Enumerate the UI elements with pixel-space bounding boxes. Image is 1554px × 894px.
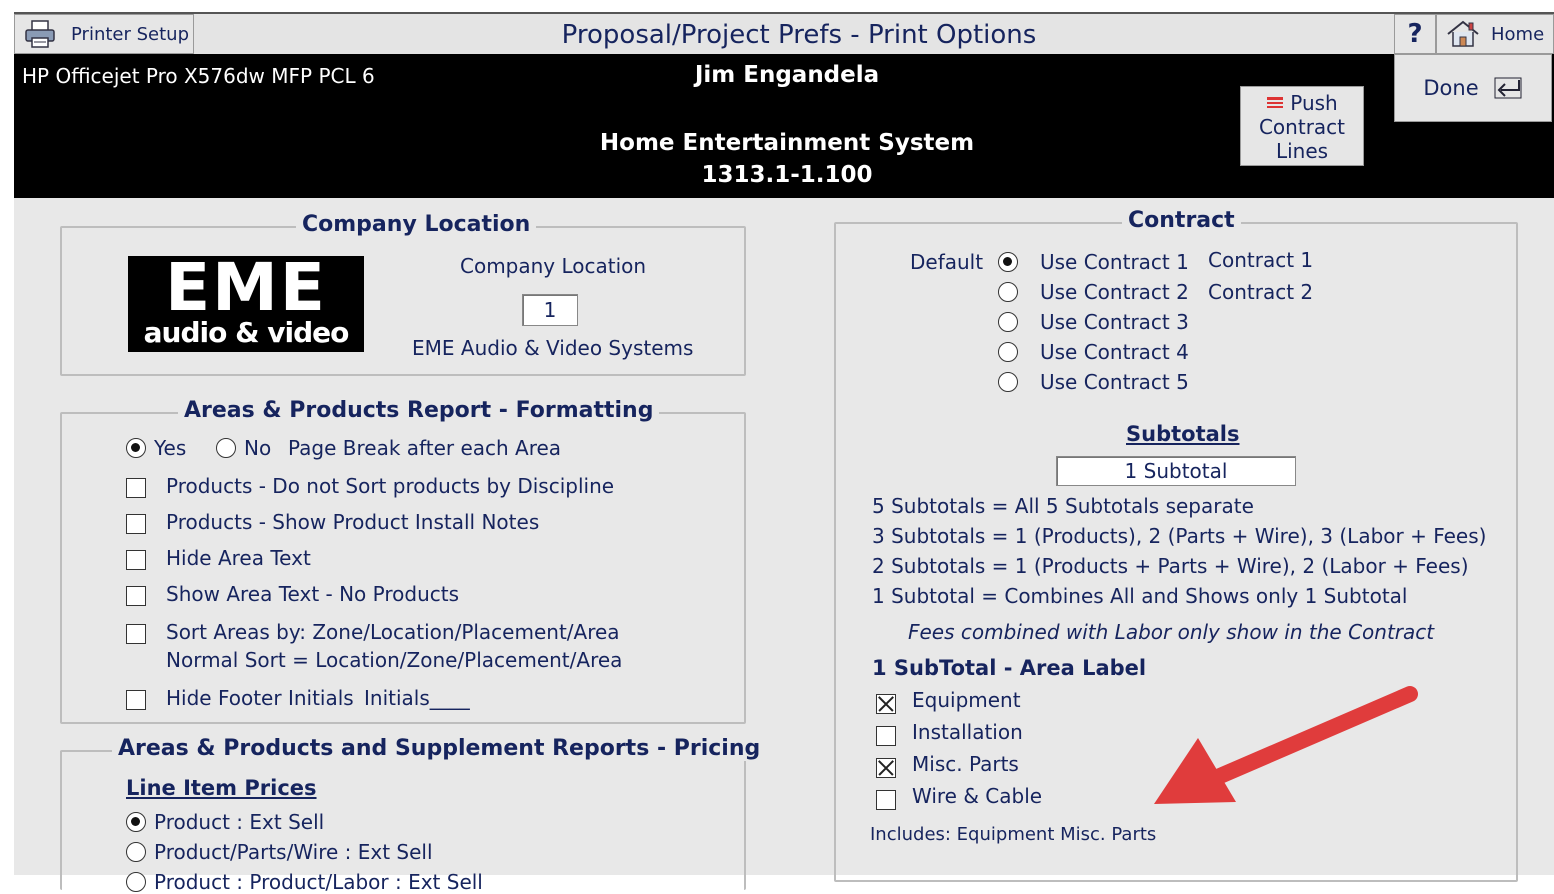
company-logo: EME audio & video (128, 252, 364, 352)
use-contract-5-radio[interactable] (998, 372, 1018, 392)
use-contract-5-label: Use Contract 5 (1040, 370, 1189, 394)
help-icon: ? (1407, 19, 1423, 49)
printer-setup-button[interactable]: Printer Setup (14, 14, 194, 54)
equipment-checkbox[interactable] (876, 694, 896, 714)
subtotal-note-3: 3 Subtotals = 1 (Products), 2 (Parts + W… (872, 524, 1487, 548)
logo-text-top: EME (165, 249, 327, 326)
line-item-prices-heading: Line Item Prices (126, 776, 317, 800)
header-panel: HP Officejet Pro X576dw MFP PCL 6 Jim En… (14, 54, 1394, 198)
done-button[interactable]: Done (1394, 54, 1552, 122)
fees-note: Fees combined with Labor only show in th… (908, 620, 1435, 644)
equipment-label: Equipment (912, 688, 1021, 712)
home-label: Home (1491, 23, 1545, 45)
area-text-no-products-checkbox[interactable] (126, 586, 146, 606)
yes-label: Yes (154, 436, 187, 460)
home-button[interactable]: Home (1436, 14, 1554, 54)
hide-area-text-checkbox[interactable] (126, 550, 146, 570)
sort-by-discipline-label: Products - Do not Sort products by Disci… (166, 474, 615, 498)
use-contract-4-radio[interactable] (998, 342, 1018, 362)
home-icon (1447, 20, 1479, 47)
normal-sort-note: Normal Sort = Location/Zone/Placement/Ar… (166, 648, 623, 672)
sort-by-discipline-checkbox[interactable] (126, 478, 146, 498)
use-contract-2-radio[interactable] (998, 282, 1018, 302)
subtotal-note-1: 1 Subtotal = Combines All and Shows only… (872, 584, 1408, 608)
document-arrow-icon (1267, 97, 1284, 108)
done-label: Done (1423, 76, 1479, 100)
subtotal-note-5: 5 Subtotals = All 5 Subtotals separate (872, 494, 1254, 518)
contract-2-name: Contract 2 (1208, 280, 1314, 304)
no-label: No (244, 436, 272, 460)
header-right-panel: Done (1394, 54, 1554, 198)
area-label-heading: 1 SubTotal - Area Label (872, 656, 1147, 680)
company-location-label: Company Location (460, 254, 647, 278)
initials-label: Initials____ (364, 686, 470, 710)
logo-text-bottom: audio & video (143, 316, 350, 349)
company-location-input[interactable]: 1 (522, 294, 578, 326)
price-product-labor-radio[interactable] (126, 872, 146, 892)
company-location-legend: Company Location (296, 212, 537, 237)
area-text-no-products-label: Show Area Text - No Products (166, 582, 459, 606)
hide-footer-initials-checkbox[interactable] (126, 690, 146, 710)
formatting-legend: Areas & Products Report - Formatting (178, 398, 660, 423)
help-button[interactable]: ? (1394, 14, 1436, 54)
use-contract-3-label: Use Contract 3 (1040, 310, 1189, 334)
misc-parts-checkbox[interactable] (876, 758, 896, 778)
return-arrow-icon (1494, 77, 1522, 99)
price-product-radio[interactable] (126, 812, 146, 832)
install-notes-label: Products - Show Product Install Notes (166, 510, 540, 534)
contract-legend: Contract (1122, 208, 1241, 233)
use-contract-1-label: Use Contract 1 (1040, 250, 1189, 274)
push-label-line1: Push (1290, 91, 1338, 115)
install-notes-checkbox[interactable] (126, 514, 146, 534)
company-name: EME Audio & Video Systems (412, 336, 694, 360)
pricing-legend: Areas & Products and Supplement Reports … (112, 736, 767, 761)
installation-label: Installation (912, 720, 1023, 744)
price-product-parts-wire-radio[interactable] (126, 842, 146, 862)
company-location-group: Company Location EME audio & video Compa… (60, 212, 746, 376)
title-toolbar: Printer Setup Proposal/Project Prefs - P… (14, 12, 1554, 57)
subtotal-select[interactable]: 1 Subtotal (1056, 456, 1296, 486)
window-title: Proposal/Project Prefs - Print Options (561, 20, 1037, 50)
push-label-line2: Contract (1258, 115, 1346, 139)
use-contract-2-label: Use Contract 2 (1040, 280, 1189, 304)
push-contract-lines-button[interactable]: Push Contract Lines (1240, 86, 1364, 166)
printer-setup-label: Printer Setup (71, 23, 189, 45)
printer-icon (25, 20, 55, 48)
use-contract-1-radio[interactable] (998, 252, 1018, 272)
use-contract-3-radio[interactable] (998, 312, 1018, 332)
hide-footer-initials-label: Hide Footer Initials (166, 686, 354, 710)
client-name: Jim Engandela (694, 62, 880, 88)
use-contract-4-label: Use Contract 4 (1040, 340, 1189, 364)
wire-cable-label: Wire & Cable (912, 784, 1043, 808)
price-product-label: Product : Ext Sell (154, 810, 325, 834)
page-break-label: Page Break after each Area (288, 436, 562, 460)
price-product-parts-wire-label: Product/Parts/Wire : Ext Sell (154, 840, 433, 864)
price-product-labor-label: Product : Product/Labor : Ext Sell (154, 870, 483, 894)
default-label: Default (910, 250, 984, 274)
wire-cable-checkbox[interactable] (876, 790, 896, 810)
push-label-line3: Lines (1275, 139, 1329, 163)
installation-checkbox[interactable] (876, 726, 896, 746)
misc-parts-label: Misc. Parts (912, 752, 1019, 776)
contract-1-name: Contract 1 (1208, 248, 1314, 272)
pricing-group: Areas & Products and Supplement Reports … (60, 736, 767, 894)
subtotals-heading: Subtotals (1126, 422, 1240, 446)
hide-area-text-label: Hide Area Text (166, 546, 311, 570)
includes-text: Includes: Equipment Misc. Parts (870, 824, 1157, 845)
sort-areas-checkbox[interactable] (126, 624, 146, 644)
page-break-no-radio[interactable] (216, 438, 236, 458)
sort-areas-label: Sort Areas by: Zone/Location/Placement/A… (166, 620, 620, 644)
formatting-group: Areas & Products Report - Formatting Yes… (60, 398, 746, 724)
page-break-yes-radio[interactable] (126, 438, 146, 458)
subtotal-note-2: 2 Subtotals = 1 (Products + Parts + Wire… (872, 554, 1469, 578)
annotation-arrow-icon (1154, 686, 1418, 804)
